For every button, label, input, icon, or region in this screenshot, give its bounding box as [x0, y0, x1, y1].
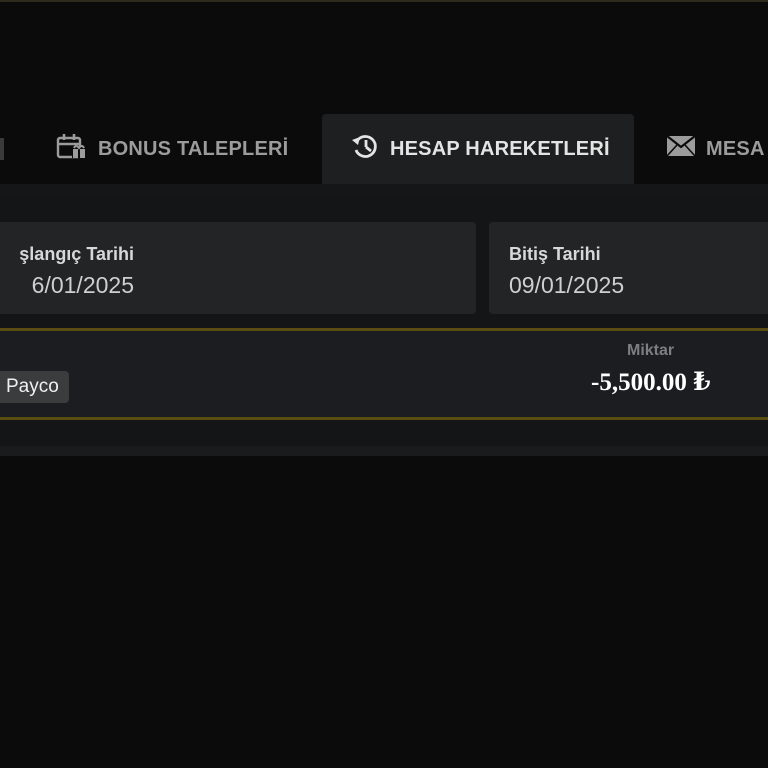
transactions-panel: şlangıç Tarihi 6/01/2025 Bitiş Tarihi 09…	[0, 194, 768, 456]
tab-messages[interactable]: MESA	[666, 114, 765, 184]
panel-bottom-border	[0, 446, 768, 456]
tab-account-transactions[interactable]: HESAP HAREKETLERİ	[322, 114, 634, 184]
amount-label: Miktar	[627, 342, 675, 359]
transaction-row: Payco Miktar -5,500.00 ₺	[0, 328, 768, 420]
end-date-label: Bitiş Tarihi	[509, 244, 601, 264]
amount-value: -5,500.00 ₺	[591, 369, 711, 396]
start-date-value: 6/01/2025	[31, 272, 134, 298]
gift-calendar-icon	[56, 131, 88, 167]
tab-bonus-requests-label: BONUS TALEPLERİ	[98, 137, 289, 160]
tab-previous-edge[interactable]	[0, 138, 4, 160]
history-icon	[350, 132, 380, 166]
envelope-icon	[666, 135, 696, 163]
start-date-field[interactable]: şlangıç Tarihi 6/01/2025	[0, 222, 476, 314]
payment-method-badge: Payco	[0, 371, 69, 403]
tab-bonus-requests[interactable]: BONUS TALEPLERİ	[56, 114, 288, 184]
account-tabs: BONUS TALEPLERİ HESAP HAREKETLERİ MESA	[0, 0, 768, 194]
tab-messages-label: MESA	[706, 137, 765, 160]
end-date-field[interactable]: Bitiş Tarihi 09/01/2025	[489, 222, 768, 314]
end-date-value: 09/01/2025	[509, 272, 625, 298]
start-date-label: şlangıç Tarihi	[19, 244, 134, 264]
tab-account-transactions-label: HESAP HAREKETLERİ	[390, 137, 610, 160]
tabs-divider	[0, 184, 768, 194]
